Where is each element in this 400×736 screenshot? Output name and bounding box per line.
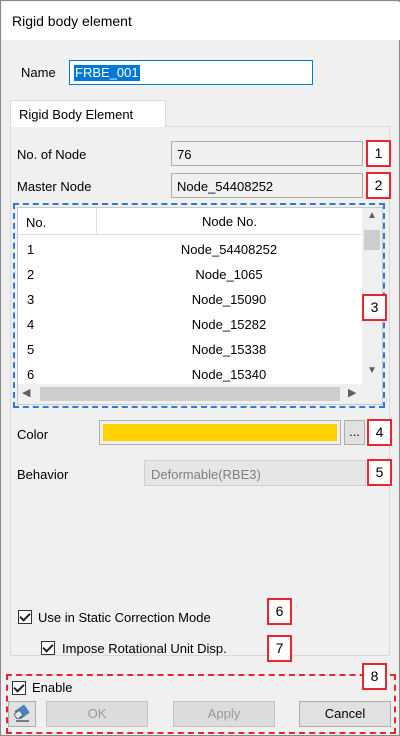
cell-no: 1: [27, 242, 35, 257]
node-count-field: 76: [171, 141, 363, 166]
enable-label: Enable: [32, 680, 73, 695]
window-title: Rigid body element: [12, 13, 132, 29]
marker-3: 3: [362, 294, 387, 321]
node-count-label: No. of Node: [17, 147, 87, 162]
color-fill: [103, 424, 337, 441]
marker-2: 2: [366, 172, 391, 199]
ok-button[interactable]: OK: [46, 701, 148, 727]
enable-checkbox[interactable]: [12, 681, 26, 695]
marker-7: 7: [267, 635, 292, 662]
cell-no: 5: [27, 342, 35, 357]
table-row[interactable]: 6 Node_15340: [18, 361, 362, 386]
apply-button[interactable]: Apply: [173, 701, 275, 727]
cell-no: 6: [27, 367, 35, 382]
table-row[interactable]: 1 Node_54408252: [18, 236, 362, 261]
tab-label: Rigid Body Element: [19, 107, 134, 122]
cell-no: 2: [27, 267, 35, 282]
scroll-left-icon[interactable]: ◀: [22, 386, 30, 399]
cell-node: Node_15282: [191, 317, 267, 332]
cell-node: Node_1065: [195, 267, 263, 282]
name-value: FRBE_001: [74, 65, 140, 81]
behavior-label: Behavior: [17, 467, 69, 482]
node-count-value: 76: [177, 147, 192, 162]
title-bar: Rigid body element: [2, 2, 400, 40]
eraser-icon: [13, 704, 30, 722]
cell-node: Node_54408252: [180, 242, 278, 257]
master-node-value: Node_54408252: [177, 179, 274, 194]
color-picker-button[interactable]: ...: [344, 420, 365, 445]
table-row[interactable]: 5 Node_15338: [18, 336, 362, 361]
tab-rigid-body-element[interactable]: Rigid Body Element: [10, 100, 166, 127]
table-header: No. Node No.: [18, 208, 362, 235]
cell-node: Node_15090: [191, 292, 267, 307]
marker-4: 4: [367, 419, 392, 446]
marker-5: 5: [367, 459, 392, 486]
static-correction-checkbox[interactable]: [18, 610, 32, 624]
behavior-select: Deformable(RBE3): [144, 460, 366, 486]
scroll-down-icon[interactable]: ▼: [362, 365, 382, 381]
vertical-scroll-thumb[interactable]: [364, 230, 380, 250]
master-node-label: Master Node: [17, 179, 92, 194]
column-header-no: No.: [26, 215, 47, 230]
column-header-node-no: Node No.: [96, 208, 362, 235]
horizontal-scroll-thumb[interactable]: [40, 387, 340, 401]
impose-rotational-label: Impose Rotational Unit Disp.: [62, 641, 227, 656]
table-row[interactable]: 3 Node_15090: [18, 286, 362, 311]
cell-node: Node_15338: [191, 342, 267, 357]
marker-1: 1: [366, 140, 391, 167]
dialog-window: Rigid body element Name FRBE_001 Rigid B…: [0, 0, 400, 736]
marker-8: 8: [362, 663, 387, 690]
cancel-button[interactable]: Cancel: [299, 701, 391, 727]
name-input[interactable]: FRBE_001: [69, 60, 313, 85]
name-label: Name: [21, 65, 56, 80]
table-row[interactable]: 2 Node_1065: [18, 261, 362, 286]
master-node-field[interactable]: Node_54408252: [171, 173, 363, 198]
scroll-up-icon[interactable]: ▲: [362, 210, 382, 226]
behavior-value: Deformable(RBE3): [151, 467, 261, 482]
horizontal-scrollbar[interactable]: ◀ ▶: [18, 384, 382, 404]
color-swatch[interactable]: [99, 420, 341, 445]
cell-node: Node_15340: [191, 367, 267, 382]
clear-button[interactable]: [8, 701, 36, 727]
marker-6: 6: [267, 598, 292, 625]
color-label: Color: [17, 427, 49, 442]
cell-no: 4: [27, 317, 35, 332]
impose-rotational-checkbox[interactable]: [41, 641, 55, 655]
node-table: No. Node No. 1 Node_54408252 2 Node_1065…: [17, 207, 383, 405]
static-correction-label: Use in Static Correction Mode: [38, 610, 211, 625]
scroll-right-icon[interactable]: ▶: [348, 386, 356, 399]
table-row[interactable]: 4 Node_15282: [18, 311, 362, 336]
cell-no: 3: [27, 292, 35, 307]
